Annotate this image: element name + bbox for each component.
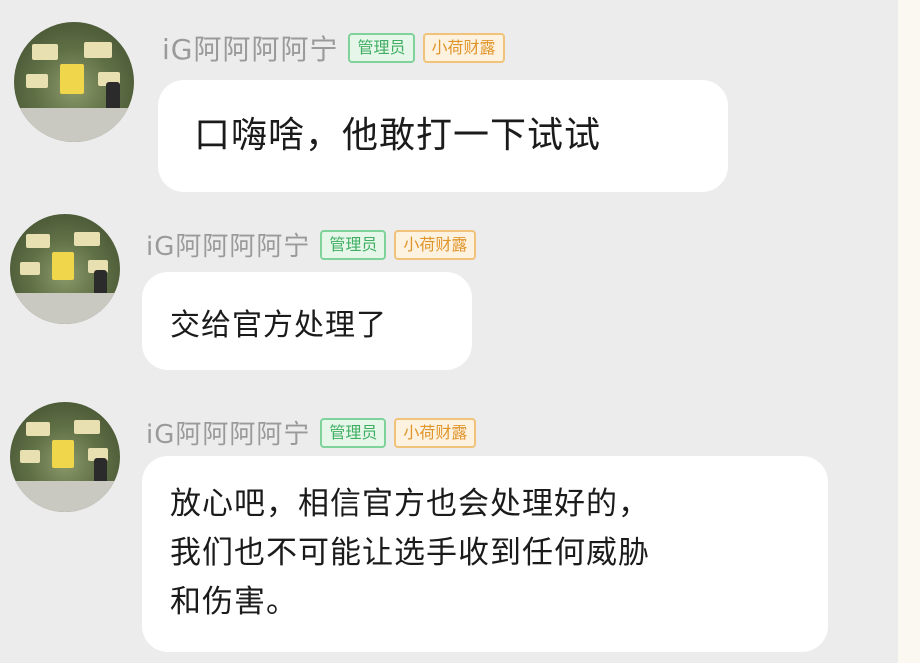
avatar[interactable] <box>10 214 120 324</box>
sender-name[interactable]: iG阿阿阿阿宁 <box>146 414 310 451</box>
title-badge: 小荷财露 <box>394 417 477 448</box>
admin-badge: 管理员 <box>348 33 415 63</box>
admin-badge: 管理员 <box>320 229 387 260</box>
admin-badge: 管理员 <box>320 417 387 448</box>
sender-name[interactable]: iG阿阿阿阿宁 <box>162 28 338 68</box>
message-text-line: 放心吧，相信官方也会处理好的， <box>170 486 650 522</box>
screen-edge <box>898 0 920 663</box>
message-bubble[interactable]: 口嗨啥，他敢打一下试试 <box>158 80 728 192</box>
title-badge: 小荷财露 <box>394 229 477 260</box>
avatar[interactable] <box>10 402 120 512</box>
title-badge: 小荷财露 <box>422 33 505 63</box>
message-text-line: 我们也不可能让选手收到任何威胁 <box>170 535 650 571</box>
message-header: iG阿阿阿阿宁 管理员 小荷财露 <box>146 414 484 451</box>
message-bubble[interactable]: 交给官方处理了 <box>142 272 472 370</box>
message-bubble[interactable]: 放心吧，相信官方也会处理好的， 我们也不可能让选手收到任何威胁 和伤害。 <box>142 456 828 652</box>
message-header: iG阿阿阿阿宁 管理员 小荷财露 <box>146 226 484 263</box>
message-text: 交给官方处理了 <box>170 308 387 343</box>
message-text: 口嗨啥，他敢打一下试试 <box>194 115 602 156</box>
avatar[interactable] <box>14 22 134 142</box>
message-header: iG阿阿阿阿宁 管理员 小荷财露 <box>162 28 513 68</box>
message-text-line: 和伤害。 <box>170 584 298 620</box>
sender-name[interactable]: iG阿阿阿阿宁 <box>146 226 310 263</box>
